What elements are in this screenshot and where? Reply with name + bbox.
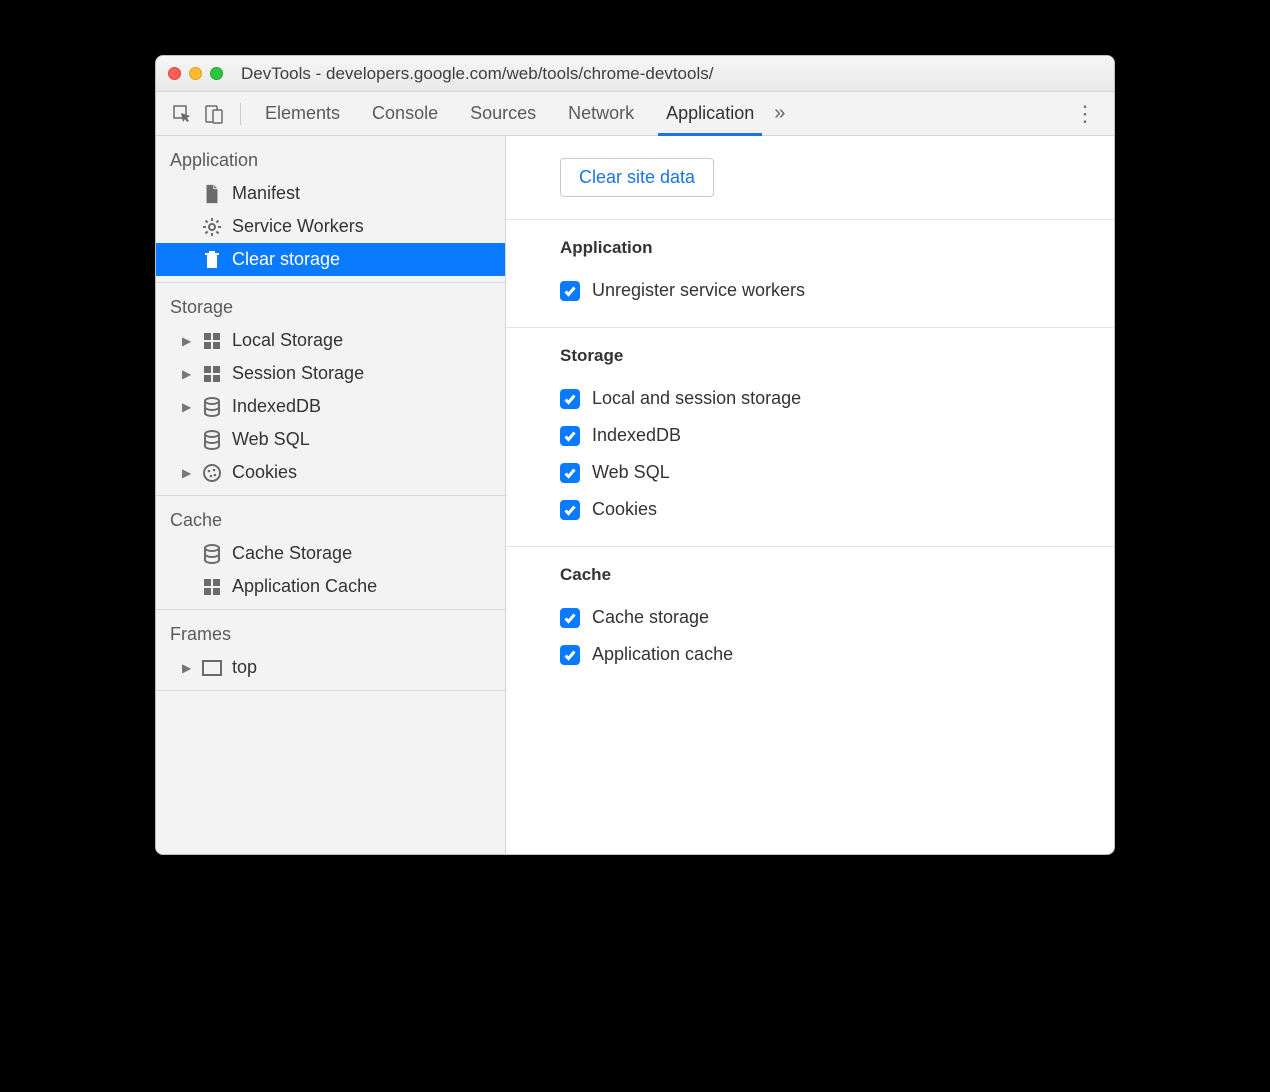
db-icon <box>202 544 222 564</box>
sidebar-item-manifest[interactable]: Manifest <box>156 177 505 210</box>
sidebar-item-label: Cache Storage <box>232 543 352 564</box>
checkbox-label: Web SQL <box>592 462 670 483</box>
grid-icon <box>202 364 222 384</box>
sidebar-group-storage: Storage <box>156 287 505 324</box>
sidebar-item-label: Application Cache <box>232 576 377 597</box>
sidebar-item-label: top <box>232 657 257 678</box>
expand-arrow-icon[interactable]: ▶ <box>182 367 192 381</box>
checkbox-row: Cache storage <box>560 599 1114 636</box>
devtools-body: Application Manifest Service Workers Clear … <box>156 136 1114 854</box>
sidebar-item-label: Manifest <box>232 183 300 204</box>
sidebar-item-indexeddb[interactable]: ▶ IndexedDB <box>156 390 505 423</box>
checkbox-cookies[interactable] <box>560 500 580 520</box>
trash-icon <box>202 250 222 270</box>
gear-icon <box>202 217 222 237</box>
close-window-button[interactable] <box>168 67 181 80</box>
sidebar-item-cookies[interactable]: ▶ Cookies <box>156 456 505 489</box>
tab-network[interactable]: Network <box>552 92 650 135</box>
sidebar-item-cache-storage[interactable]: Cache Storage <box>156 537 505 570</box>
panel-tabs: ElementsConsoleSourcesNetworkApplication <box>249 92 770 135</box>
traffic-lights <box>168 67 223 80</box>
section-heading-cache: Cache <box>560 565 1114 585</box>
tab-elements[interactable]: Elements <box>249 92 356 135</box>
checkbox-row: Application cache <box>560 636 1114 673</box>
checkbox-cache-storage[interactable] <box>560 608 580 628</box>
titlebar: DevTools - developers.google.com/web/too… <box>156 56 1114 92</box>
sidebar-item-label: Session Storage <box>232 363 364 384</box>
devtools-window: DevTools - developers.google.com/web/too… <box>155 55 1115 855</box>
device-toolbar-icon[interactable] <box>204 104 224 124</box>
kebab-menu-icon[interactable]: ⋮ <box>1064 101 1106 127</box>
sidebar-group-frames: Frames <box>156 614 505 651</box>
file-icon <box>202 184 222 204</box>
expand-arrow-icon[interactable]: ▶ <box>182 400 192 414</box>
tab-console[interactable]: Console <box>356 92 454 135</box>
clear-storage-panel: Clear site data Application Unregister ser… <box>506 136 1114 854</box>
sidebar-item-label: Clear storage <box>232 249 340 270</box>
checkbox-local-and-session-storage[interactable] <box>560 389 580 409</box>
sidebar-group-application: Application <box>156 140 505 177</box>
clear-site-data-button[interactable]: Clear site data <box>560 158 714 197</box>
checkbox-row: IndexedDB <box>560 417 1114 454</box>
sidebar-item-label: Web SQL <box>232 429 310 450</box>
inspect-element-icon[interactable] <box>172 104 192 124</box>
checkbox-label: Cache storage <box>592 607 709 628</box>
sidebar-item-web-sql[interactable]: Web SQL <box>156 423 505 456</box>
sidebar-item-label: Service Workers <box>232 216 364 237</box>
checkbox-label: Unregister service workers <box>592 280 805 301</box>
toolbar-divider <box>240 103 241 125</box>
db-icon <box>202 430 222 450</box>
checkbox-row: Local and session storage <box>560 380 1114 417</box>
sidebar-item-top[interactable]: ▶ top <box>156 651 505 684</box>
grid-icon <box>202 331 222 351</box>
expand-arrow-icon[interactable]: ▶ <box>182 661 192 675</box>
section-heading-application: Application <box>560 238 1114 258</box>
section-heading-storage: Storage <box>560 346 1114 366</box>
sidebar-item-service-workers[interactable]: Service Workers <box>156 210 505 243</box>
checkbox-row: Web SQL <box>560 454 1114 491</box>
tab-sources[interactable]: Sources <box>454 92 552 135</box>
sidebar-group-cache: Cache <box>156 500 505 537</box>
sidebar-item-local-storage[interactable]: ▶ Local Storage <box>156 324 505 357</box>
checkbox-application-cache[interactable] <box>560 645 580 665</box>
sidebar-item-clear-storage[interactable]: Clear storage <box>156 243 505 276</box>
checkbox-row: Cookies <box>560 491 1114 528</box>
sidebar-item-label: Cookies <box>232 462 297 483</box>
sidebar-item-application-cache[interactable]: Application Cache <box>156 570 505 603</box>
checkbox-label: Application cache <box>592 644 733 665</box>
sidebar-item-label: IndexedDB <box>232 396 321 417</box>
window-title: DevTools - developers.google.com/web/too… <box>241 64 713 84</box>
checkbox-label: Local and session storage <box>592 388 801 409</box>
overflow-tabs-icon[interactable]: » <box>774 102 785 125</box>
db-icon <box>202 397 222 417</box>
checkbox-row: Unregister service workers <box>560 272 1114 309</box>
zoom-window-button[interactable] <box>210 67 223 80</box>
sidebar-item-session-storage[interactable]: ▶ Session Storage <box>156 357 505 390</box>
devtools-toolbar: ElementsConsoleSourcesNetworkApplication… <box>156 92 1114 136</box>
sidebar-item-label: Local Storage <box>232 330 343 351</box>
checkbox-unregister-service-workers[interactable] <box>560 281 580 301</box>
expand-arrow-icon[interactable]: ▶ <box>182 334 192 348</box>
cookie-icon <box>202 463 222 483</box>
checkbox-label: Cookies <box>592 499 657 520</box>
checkbox-label: IndexedDB <box>592 425 681 446</box>
application-sidebar: Application Manifest Service Workers Clear … <box>156 136 506 854</box>
minimize-window-button[interactable] <box>189 67 202 80</box>
checkbox-web-sql[interactable] <box>560 463 580 483</box>
grid-icon <box>202 577 222 597</box>
expand-arrow-icon[interactable]: ▶ <box>182 466 192 480</box>
tab-application[interactable]: Application <box>650 92 770 135</box>
checkbox-indexeddb[interactable] <box>560 426 580 446</box>
frame-icon <box>202 658 222 678</box>
